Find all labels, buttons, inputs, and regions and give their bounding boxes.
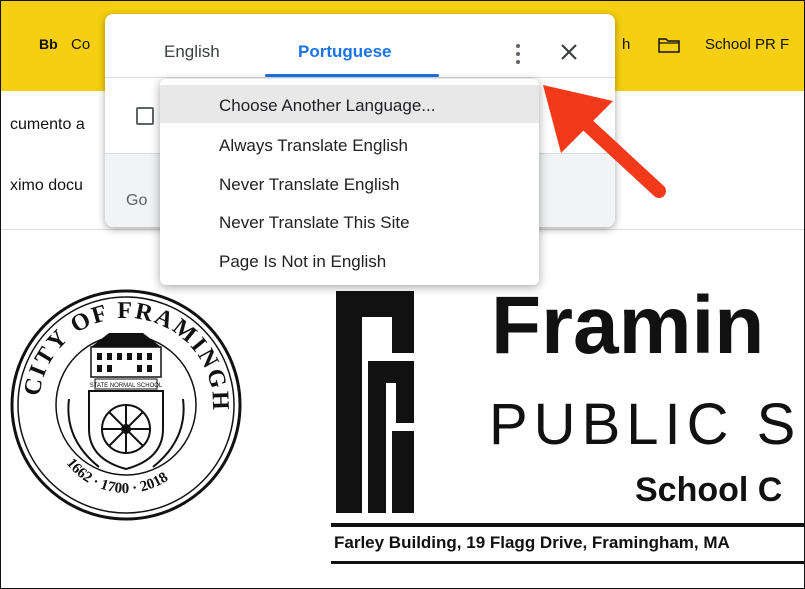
menu-item-label: Never Translate This Site: [219, 213, 410, 232]
menu-item-label: Never Translate English: [219, 175, 400, 194]
page-text-line-2: ximo docu: [10, 177, 83, 194]
city-seal-logo: CITY OF FRAMINGHAM 1662 · 1700 · 2018 ST…: [9, 289, 242, 521]
menu-item-page-not-english[interactable]: Page Is Not in English: [160, 241, 539, 279]
tab-portuguese[interactable]: Portuguese: [298, 42, 392, 62]
svg-text:STATE NORMAL SCHOOL: STATE NORMAL SCHOOL: [90, 383, 163, 389]
bookmark-bb[interactable]: Bb: [39, 36, 58, 52]
address-rule-top: [331, 523, 804, 527]
menu-item-never-translate-site[interactable]: Never Translate This Site: [160, 202, 539, 240]
folder-icon: [658, 38, 680, 53]
bookmark-school-pr[interactable]: School PR F: [705, 36, 789, 53]
logo-subtitle: PUBLIC S: [489, 392, 802, 457]
fps-mark-logo: [336, 291, 414, 513]
bookmark-co[interactable]: Co: [71, 36, 90, 53]
address-rule-bottom: [331, 561, 804, 564]
more-options-icon[interactable]: [510, 42, 526, 66]
menu-item-never-translate-language[interactable]: Never Translate English: [160, 164, 539, 202]
footer-google-label: Go: [126, 192, 148, 209]
menu-item-label: Choose Another Language...: [219, 96, 436, 115]
always-translate-checkbox[interactable]: [136, 107, 154, 125]
menu-item-label: Always Translate English: [219, 136, 408, 155]
menu-item-label: Page Is Not in English: [219, 252, 387, 271]
menu-item-always-translate[interactable]: Always Translate English: [160, 125, 539, 163]
menu-item-choose-language[interactable]: Choose Another Language...: [160, 85, 539, 123]
logo-title: Framin: [491, 280, 765, 371]
bookmark-partial[interactable]: h: [622, 36, 630, 53]
screenshot-frame: Bb Co h School PR F cumento a ximo docu …: [0, 0, 805, 589]
close-icon[interactable]: [557, 40, 581, 64]
tab-english[interactable]: English: [164, 42, 220, 62]
translate-options-menu: Choose Another Language... Always Transl…: [160, 79, 539, 285]
logo-school-line: School C: [635, 471, 783, 509]
page-text-line-1: cumento a: [10, 116, 85, 133]
red-arrow-annotation-icon: [543, 85, 666, 198]
address-text: Farley Building, 19 Flagg Drive, Framing…: [334, 533, 730, 552]
